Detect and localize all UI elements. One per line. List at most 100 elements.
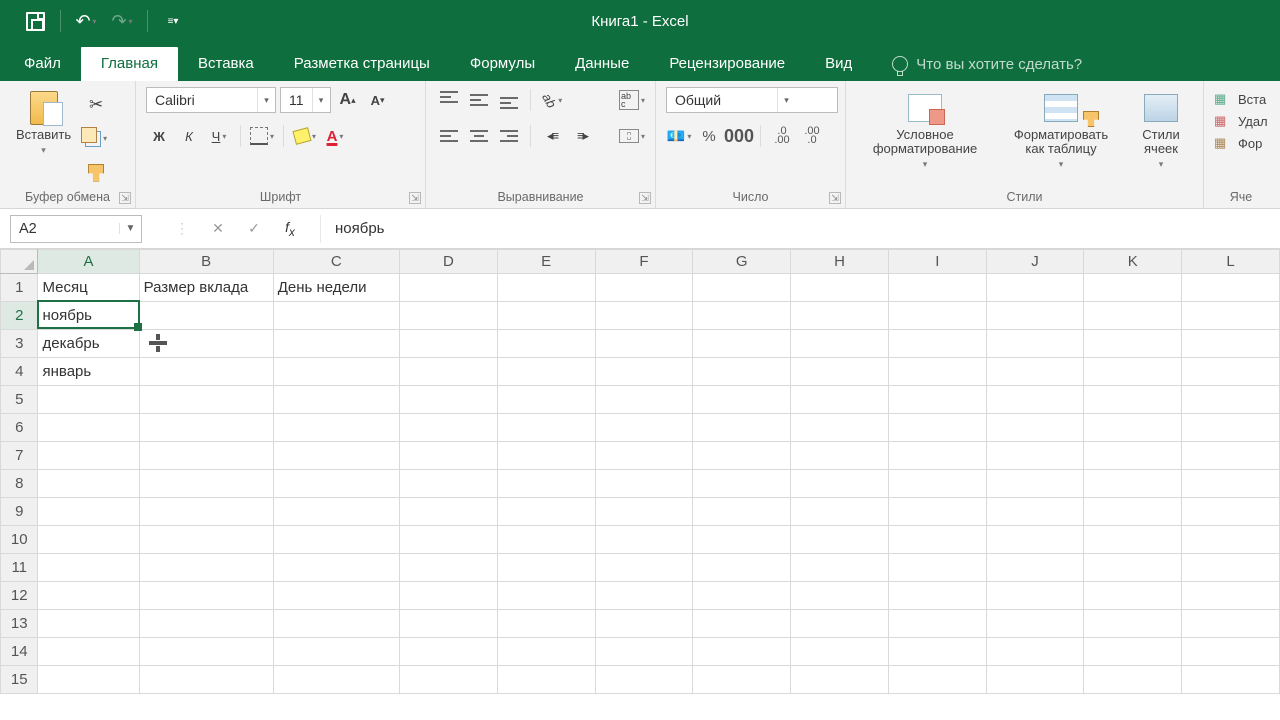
cell-B4[interactable] (139, 358, 273, 386)
percent-button[interactable]: % (696, 123, 722, 149)
cell-C12[interactable] (273, 582, 399, 610)
cell-A14[interactable] (38, 638, 139, 666)
orientation-button[interactable]: ab (539, 87, 565, 113)
cell-L2[interactable] (1182, 302, 1280, 330)
cell-K2[interactable] (1084, 302, 1182, 330)
launcher-icon[interactable]: ⇲ (829, 192, 841, 204)
column-header-G[interactable]: G (693, 250, 791, 274)
cell-F5[interactable] (595, 386, 693, 414)
cell-F10[interactable] (595, 526, 693, 554)
cell-K1[interactable] (1084, 274, 1182, 302)
cell-A1[interactable]: Месяц (38, 274, 139, 302)
cell-E7[interactable] (497, 442, 595, 470)
cell-C2[interactable] (273, 302, 399, 330)
launcher-icon[interactable]: ⇲ (409, 192, 421, 204)
insert-cells-button[interactable]: ▦Вста (1214, 91, 1268, 107)
cell-J13[interactable] (986, 610, 1084, 638)
cell-E13[interactable] (497, 610, 595, 638)
cell-B7[interactable] (139, 442, 273, 470)
cell-H9[interactable] (791, 498, 889, 526)
row-header-9[interactable]: 9 (1, 498, 38, 526)
row-header-1[interactable]: 1 (1, 274, 38, 302)
cell-B6[interactable] (139, 414, 273, 442)
cell-K12[interactable] (1084, 582, 1182, 610)
cell-I8[interactable] (888, 470, 986, 498)
cell-B10[interactable] (139, 526, 273, 554)
cell-D12[interactable] (399, 582, 497, 610)
cell-L5[interactable] (1182, 386, 1280, 414)
font-name-combo[interactable]: Calibri▾ (146, 87, 276, 113)
column-header-A[interactable]: A (38, 250, 139, 274)
row-header-6[interactable]: 6 (1, 414, 38, 442)
cell-D13[interactable] (399, 610, 497, 638)
tab-insert[interactable]: Вставка (178, 47, 274, 81)
cell-I13[interactable] (888, 610, 986, 638)
cell-K3[interactable] (1084, 330, 1182, 358)
cell-J5[interactable] (986, 386, 1084, 414)
row-header-5[interactable]: 5 (1, 386, 38, 414)
cell-H10[interactable] (791, 526, 889, 554)
delete-cells-button[interactable]: ▦Удал (1214, 113, 1268, 129)
cell-styles-button[interactable]: Стили ячеек▾ (1128, 87, 1194, 190)
cell-E1[interactable] (497, 274, 595, 302)
row-header-7[interactable]: 7 (1, 442, 38, 470)
increase-font-button[interactable]: A▴ (335, 87, 361, 113)
cell-H12[interactable] (791, 582, 889, 610)
column-header-D[interactable]: D (399, 250, 497, 274)
cell-K4[interactable] (1084, 358, 1182, 386)
cell-L7[interactable] (1182, 442, 1280, 470)
cell-H2[interactable] (791, 302, 889, 330)
cell-C1[interactable]: День недели (273, 274, 399, 302)
cell-B14[interactable] (139, 638, 273, 666)
cell-I7[interactable] (888, 442, 986, 470)
cell-E8[interactable] (497, 470, 595, 498)
cell-I4[interactable] (888, 358, 986, 386)
save-button[interactable] (18, 6, 52, 36)
cell-D15[interactable] (399, 666, 497, 694)
cell-A15[interactable] (38, 666, 139, 694)
cell-E6[interactable] (497, 414, 595, 442)
cell-D10[interactable] (399, 526, 497, 554)
cell-J10[interactable] (986, 526, 1084, 554)
cell-L10[interactable] (1182, 526, 1280, 554)
cell-C15[interactable] (273, 666, 399, 694)
cell-B9[interactable] (139, 498, 273, 526)
tab-page-layout[interactable]: Разметка страницы (274, 47, 450, 81)
cell-A3[interactable]: декабрь (38, 330, 139, 358)
tab-home[interactable]: Главная (81, 47, 178, 81)
cell-D1[interactable] (399, 274, 497, 302)
cell-E10[interactable] (497, 526, 595, 554)
column-header-L[interactable]: L (1182, 250, 1280, 274)
tab-view[interactable]: Вид (805, 47, 872, 81)
cell-G7[interactable] (693, 442, 791, 470)
align-bottom-button[interactable] (496, 87, 522, 113)
cell-K6[interactable] (1084, 414, 1182, 442)
cell-K14[interactable] (1084, 638, 1182, 666)
cell-I11[interactable] (888, 554, 986, 582)
cell-A9[interactable] (38, 498, 139, 526)
cell-A4[interactable]: январь (38, 358, 139, 386)
formula-input[interactable]: ноябрь (320, 215, 1280, 243)
paste-button[interactable]: Вставить ▾ (10, 87, 77, 190)
cell-F4[interactable] (595, 358, 693, 386)
align-middle-button[interactable] (466, 87, 492, 113)
cell-G4[interactable] (693, 358, 791, 386)
tab-review[interactable]: Рецензирование (649, 47, 805, 81)
cell-L14[interactable] (1182, 638, 1280, 666)
format-as-table-button[interactable]: Форматировать как таблицу▾ (1000, 87, 1122, 190)
column-header-H[interactable]: H (791, 250, 889, 274)
cell-B1[interactable]: Размер вклада (139, 274, 273, 302)
tab-file[interactable]: Файл (4, 47, 81, 81)
cell-H11[interactable] (791, 554, 889, 582)
fill-color-button[interactable] (292, 123, 318, 149)
cell-B12[interactable] (139, 582, 273, 610)
cell-H6[interactable] (791, 414, 889, 442)
cell-C11[interactable] (273, 554, 399, 582)
cell-I3[interactable] (888, 330, 986, 358)
cell-E4[interactable] (497, 358, 595, 386)
cell-F3[interactable] (595, 330, 693, 358)
cell-B2[interactable] (139, 302, 273, 330)
insert-function-button[interactable]: fx (272, 215, 308, 243)
row-header-2[interactable]: 2 (1, 302, 38, 330)
qat-customize[interactable]: ≡▾ (156, 6, 190, 36)
